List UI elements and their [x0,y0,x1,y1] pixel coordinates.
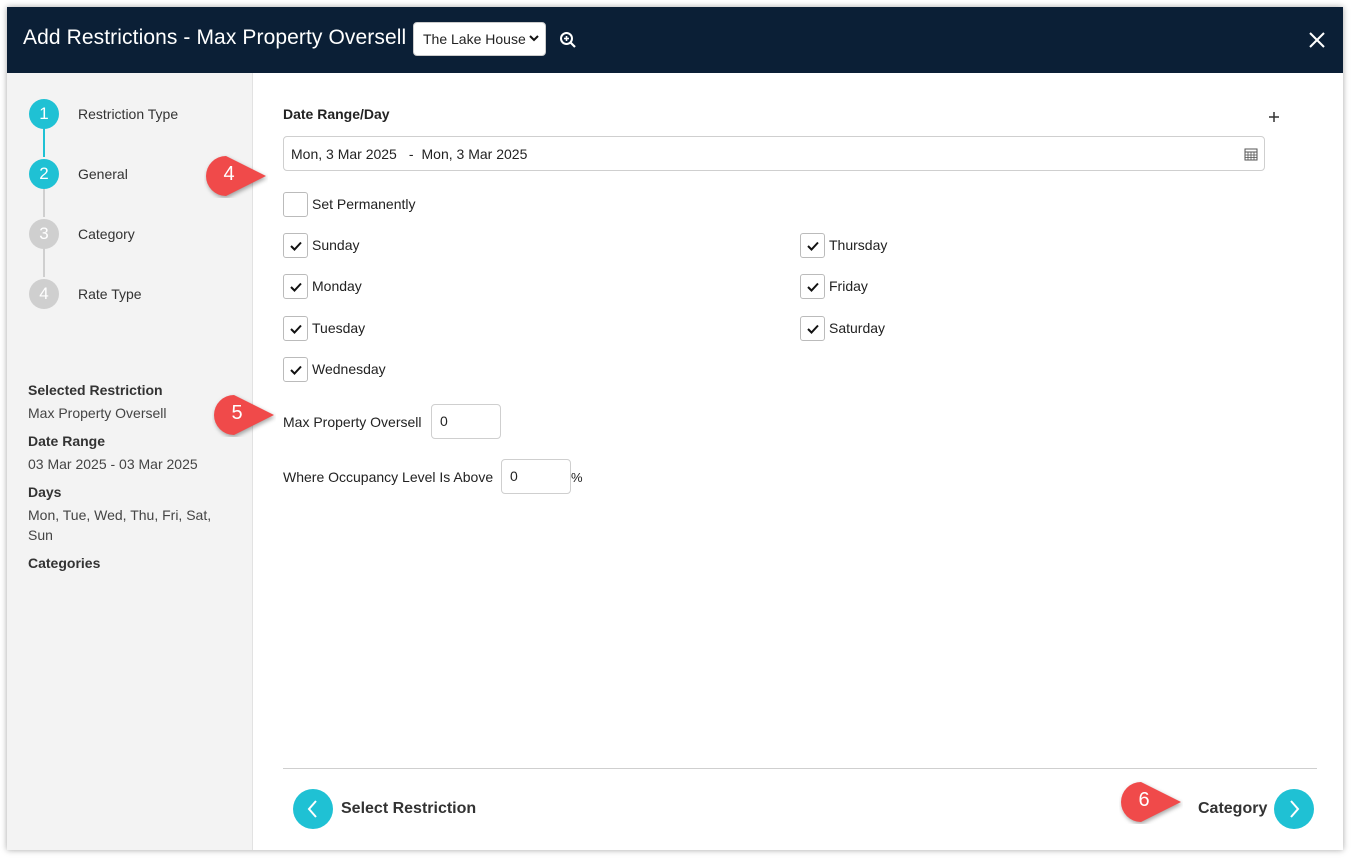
step-category[interactable]: 3 Category [29,219,249,249]
date-separator: - [408,146,414,162]
step-connector [43,127,45,157]
callout-number: 4 [223,163,235,185]
checkbox-label: Sunday [312,237,360,253]
checkbox-box[interactable] [800,274,825,299]
callout-6: 6 [1119,780,1183,824]
check-icon [290,282,302,292]
plus-icon[interactable] [1267,110,1281,124]
step-restriction-type[interactable]: 1 Restriction Type [29,99,249,129]
max-oversell-input[interactable]: 0 [431,404,501,439]
checkbox-label: Thursday [829,237,888,253]
step-number: 3 [29,219,59,249]
back-button[interactable]: Select Restriction [293,789,513,831]
summary-panel: Selected Restriction Max Property Overse… [28,382,228,571]
callout-number: 6 [1138,789,1150,811]
check-icon [290,241,302,251]
check-icon [290,365,302,375]
selected-restriction-heading: Selected Restriction [28,382,163,398]
chevron-left-circle [293,789,333,829]
occupancy-label: Where Occupancy Level Is Above [283,469,494,485]
form-content: Date Range/Day Mon, 3 Mar 2025- Mon, 3 Ma… [253,73,1343,850]
dialog-header: Add Restrictions - Max Property Oversell… [7,7,1343,73]
section-title: Date Range/Day [283,106,390,122]
property-select-value: The Lake House [423,31,526,47]
checkbox-box[interactable] [283,357,308,382]
checkbox-box[interactable] [283,274,308,299]
categories-heading: Categories [28,555,101,571]
step-label: General [78,166,128,182]
days-value: Mon, Tue, Wed, Thu, Fri, Sat, Sun [28,507,212,543]
selected-restriction-value: Max Property Oversell [28,405,167,421]
step-label: Restriction Type [78,106,179,122]
step-rate-type[interactable]: 4 Rate Type [29,279,249,309]
step-number: 4 [29,279,59,309]
step-connector [43,187,45,217]
check-icon [807,282,819,292]
step-label: Category [78,226,135,242]
check-icon [807,324,819,334]
back-label: Select Restriction [341,800,477,817]
next-label: Category [1198,800,1268,817]
checkbox-label: Wednesday [312,361,386,377]
checkbox-label: Friday [829,278,868,294]
occupancy-input[interactable]: 0 [501,459,571,494]
dialog-title: Add Restrictions - Max Property Oversell [23,26,407,49]
checkbox-box[interactable] [283,316,308,341]
checkbox-label: Set Permanently [312,196,416,212]
step-number: 1 [29,99,59,129]
date-range-input[interactable]: Mon, 3 Mar 2025- Mon, 3 Mar 2025 [283,136,1265,171]
callout-number: 5 [231,402,243,424]
chevron-right-icon [1290,800,1300,818]
footer-divider [283,768,1317,769]
chevron-down-icon [529,35,539,42]
date-range-heading: Date Range [28,433,106,449]
checkbox-box[interactable] [283,192,308,217]
chevron-right-circle [1274,789,1314,829]
checkbox-box[interactable] [800,316,825,341]
date-end: Mon, 3 Mar 2025 [421,146,528,162]
step-number: 2 [29,159,59,189]
percent-unit: % [571,470,583,485]
callout-5: 5 [212,393,276,437]
checkbox-box[interactable] [800,233,825,258]
property-select[interactable]: The Lake House [413,22,546,56]
check-icon [290,324,302,334]
checkbox-box[interactable] [283,233,308,258]
chevron-left-icon [307,800,317,818]
days-heading: Days [28,484,62,500]
checkbox-label: Tuesday [312,320,366,336]
callout-4: 4 [204,154,268,198]
calendar-icon[interactable] [1244,147,1258,161]
checkbox-label: Saturday [829,320,886,336]
close-icon[interactable] [1307,30,1327,50]
step-label: Rate Type [78,286,142,302]
step-connector [43,247,45,277]
date-start: Mon, 3 Mar 2025 [291,146,397,162]
zoom-in-icon[interactable] [559,31,577,49]
checkbox-label: Monday [312,278,362,294]
date-range-value: 03 Mar 2025 - 03 Mar 2025 [28,456,198,472]
restrictions-dialog: Add Restrictions - Max Property Oversell… [7,7,1343,850]
next-button[interactable]: Category [1183,789,1314,831]
max-oversell-label: Max Property Oversell [283,414,422,430]
check-icon [807,241,819,251]
